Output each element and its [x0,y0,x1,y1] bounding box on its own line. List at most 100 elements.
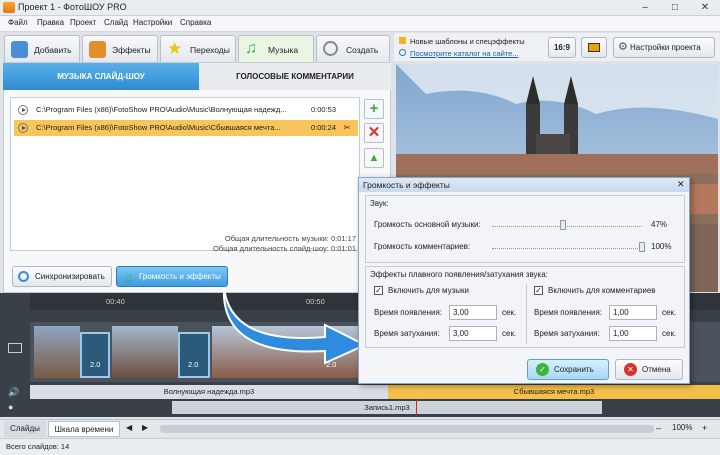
menu-slide[interactable]: Слайд [104,18,128,27]
comment-volume-thumb[interactable] [639,242,645,252]
menu-settings[interactable]: Настройки [133,18,172,27]
star-icon: ★ [167,39,183,58]
cut-icon[interactable]: ✂ [344,120,350,136]
main-volume-thumb[interactable] [559,220,566,230]
tab-timeline[interactable]: Шкала времени [48,421,120,437]
scroll-left-icon[interactable]: ◀ [126,423,132,432]
sound-group-label: Звук: [370,199,389,208]
zoom-in-button[interactable]: + [702,423,707,433]
transition-thumbnail[interactable] [178,332,210,378]
main-volume-label: Громкость основной музыки: [374,220,481,229]
fade-group: Эффекты плавного появления/затухания зву… [365,266,685,348]
sync-button-label: Синхронизировать [35,272,105,281]
track-path: C:\Program Files (x86)\FotoShow PRO\Audi… [36,123,281,132]
menu-file[interactable]: Файл [8,18,28,27]
sync-icon [18,271,29,282]
transition-duration: 2.0 [188,360,199,369]
subtab-music[interactable]: МУЗЫКА СЛАЙД-ШОУ [3,63,199,90]
news-icon [399,37,406,44]
comment-fade-out-label: Время затухания: [534,329,600,338]
transition-thumbnail[interactable] [80,332,110,378]
tab-create[interactable]: Создать [316,35,390,62]
status-bar: Всего слайдов: 14 [0,438,720,455]
menu-edit[interactable]: Правка [37,18,64,27]
music-fade-label: Включить для музыки [388,286,469,295]
subtab-voice[interactable]: ГОЛОСОВЫЕ КОММЕНТАРИИ [199,63,391,90]
music-clip-2[interactable]: Сбывшаяся мечта.mp3 [388,385,720,399]
tab-add[interactable]: Добавить [4,35,80,62]
music-clip-1[interactable]: Волнующая надежда.mp3 [30,385,388,399]
comment-fade-out-input[interactable]: 1,00 [609,326,657,341]
track-path: C:\Program Files (x86)\FotoShow PRO\Audi… [36,105,287,114]
play-icon[interactable] [18,105,28,115]
slides-track-icon [8,343,22,353]
fade-group-label: Эффекты плавного появления/затухания зву… [370,270,548,279]
divider [526,284,527,344]
comment-fade-checkbox[interactable]: ✓ [534,286,543,295]
volume-effects-dialog: Громкость и эффекты ✕ Звук: Громкость ос… [358,177,690,384]
menu-project[interactable]: Проект [70,18,96,27]
comment-fade-in-input[interactable]: 1,00 [609,305,657,320]
cancel-icon: ✕ [624,363,637,376]
title-bar: Проект 1 - ФотоШОУ PRO – □ ✕ [0,0,720,16]
slide-thumbnail[interactable] [34,326,80,378]
zoom-level: 100% [672,423,693,432]
minimize-button[interactable]: – [630,0,660,15]
slide-thumbnail[interactable] [112,326,178,378]
menu-help[interactable]: Справка [180,18,211,27]
playhead[interactable] [416,399,417,416]
voice-clip[interactable]: Запись1.mp3 [172,401,602,414]
sync-button[interactable]: Синхронизировать [12,266,112,287]
track-row-selected[interactable]: C:\Program Files (x86)\FotoShow PRO\Audi… [14,120,358,136]
music-note-icon: ♫ [245,40,257,57]
zoom-out-button[interactable]: – [656,423,661,433]
track-row[interactable]: C:\Program Files (x86)\FotoShow PRO\Audi… [14,102,358,118]
tab-transitions[interactable]: ★ Переходы [160,35,236,62]
comment-volume-slider[interactable] [492,248,642,254]
timeline-scrollbar[interactable] [160,425,654,433]
speaker-icon: 🔊 [8,387,20,397]
slide-count: Всего слайдов: 14 [6,442,70,451]
save-button[interactable]: ✓ Сохранить [527,359,609,380]
dialog-close-icon[interactable]: ✕ [677,179,685,190]
comment-fade-in-label: Время появления: [534,308,603,317]
tab-effects[interactable]: Эффекты [82,35,158,62]
add-photos-icon [11,41,28,58]
unit-label: сек. [662,308,677,317]
tab-slides[interactable]: Слайды [4,421,46,437]
volume-effects-button[interactable]: ♫ Громкость и эффекты [116,266,228,287]
theme-button[interactable] [581,37,607,58]
catalog-link[interactable]: Посмотрите каталог на сайте... [410,49,519,58]
music-fade-out-label: Время затухания: [374,329,440,338]
play-icon[interactable] [18,123,28,133]
cancel-button[interactable]: ✕ Отмена [615,359,683,380]
tab-effects-label: Эффекты [112,45,151,55]
project-settings-button[interactable]: ⚙ Настройки проекта [613,37,715,58]
news-text: Новые шаблоны и спецэффекты [410,37,525,46]
music-fade-checkbox[interactable]: ✓ [374,286,383,295]
music-duration-label: Общая длительность музыки: [224,234,329,243]
music-fade-out-input[interactable]: 3,00 [449,326,497,341]
cancel-button-label: Отмена [642,365,671,374]
unit-label: сек. [662,329,677,338]
app-icon [3,2,15,13]
globe-icon [399,49,406,56]
project-settings-label: Настройки проекта [630,43,701,52]
gear-icon: ⚙ [618,41,628,53]
aspect-ratio-button[interactable]: 16:9 [548,37,576,58]
main-volume-slider[interactable] [492,226,642,232]
track-duration: 0:00:53 [311,105,337,114]
music-duration: Общая длительность музыки: 0:01:17 [131,234,356,243]
music-fade-in-input[interactable]: 3,00 [449,305,497,320]
volume-effects-button-label: Громкость и эффекты [139,272,221,281]
show-duration-label: Общая длительность слайд-шоу: [212,244,329,253]
close-button[interactable]: ✕ [690,0,720,15]
tab-music[interactable]: ♫ Музыка [238,35,314,63]
sound-group: Звук: Громкость основной музыки: 47% Гро… [365,195,685,263]
main-tabs: Добавить Эффекты ★ Переходы ♫ Музыка Соз… [0,33,392,63]
maximize-button[interactable]: □ [660,0,690,15]
remove-track-button[interactable]: ✕ [364,123,384,143]
move-up-button[interactable]: ▲ [364,148,384,168]
scroll-right-icon[interactable]: ▶ [142,423,148,432]
add-track-button[interactable]: + [364,99,384,119]
